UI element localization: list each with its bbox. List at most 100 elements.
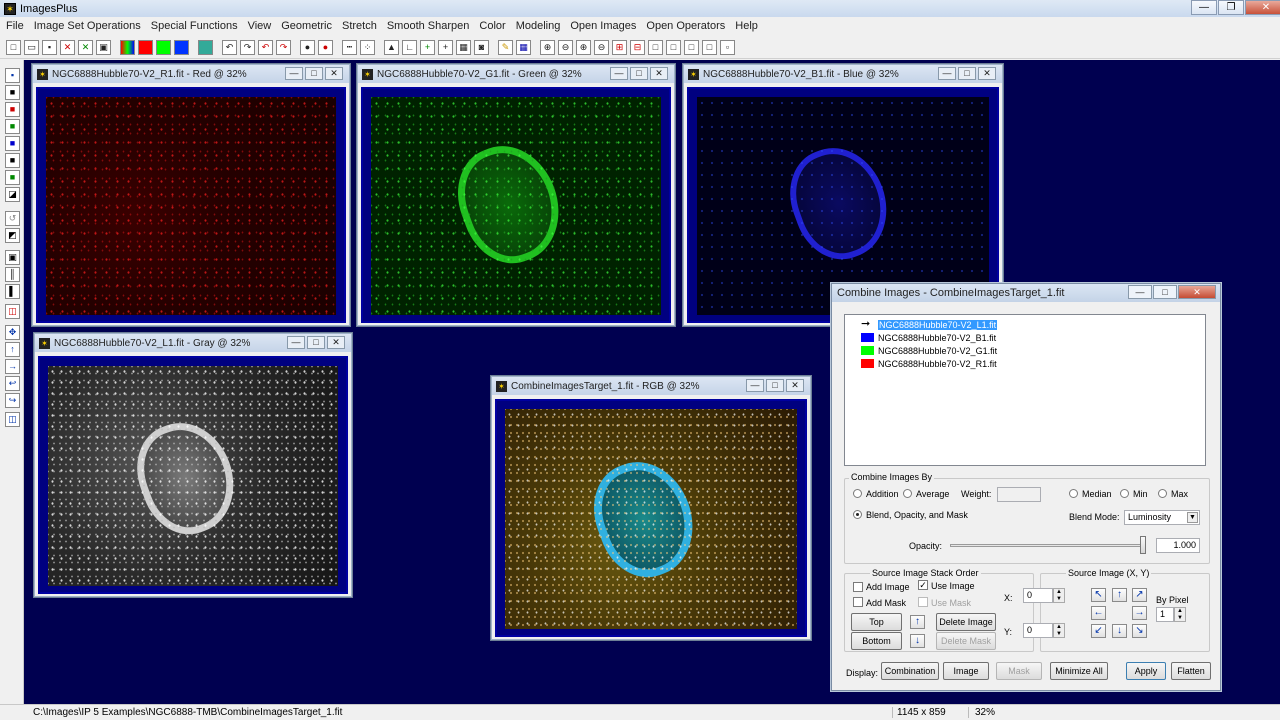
bottom-button[interactable]: Bottom (851, 632, 902, 650)
rotate-left-icon[interactable]: ↩ (5, 376, 20, 391)
dark-layer-icon[interactable]: ◪ (5, 187, 20, 202)
mask-red-icon[interactable]: ● (318, 40, 333, 55)
columns-icon[interactable]: ║ (5, 267, 20, 282)
close-icon[interactable]: ✕ (786, 379, 804, 392)
minimize-icon[interactable]: — (1128, 285, 1152, 299)
arrow-up-icon[interactable]: ↑ (5, 342, 20, 357)
restore-icon[interactable]: ❐ (1218, 0, 1244, 15)
redo-icon[interactable]: ↷ (240, 40, 255, 55)
blue-channel-icon[interactable] (174, 40, 189, 55)
y-input[interactable]: 0 (1023, 623, 1053, 638)
green-channel-image[interactable] (371, 97, 661, 315)
arrow-up-icon[interactable]: ↑ (1112, 588, 1127, 602)
rgb-channels-icon[interactable] (120, 40, 135, 55)
close-icon[interactable]: ✕ (1245, 0, 1280, 15)
close-all-icon[interactable]: ✕ (78, 40, 93, 55)
menu-stretch[interactable]: Stretch (338, 20, 381, 32)
close-icon[interactable]: ✕ (327, 336, 345, 349)
mask-icon[interactable]: ● (300, 40, 315, 55)
zoom-actual-icon[interactable]: ⊖ (594, 40, 609, 55)
crop-icon[interactable]: ◫ (5, 304, 20, 319)
opacity-slider-thumb[interactable] (1140, 536, 1146, 554)
frame-icon-5[interactable]: ▫ (720, 40, 735, 55)
select-icon[interactable]: ▣ (5, 250, 20, 265)
gradient-icon[interactable]: ◩ (5, 228, 20, 243)
y-spinner[interactable]: ▲ ▼ (1053, 623, 1065, 638)
green-layer-icon[interactable]: ■ (5, 170, 20, 185)
minimize-icon[interactable]: — (938, 67, 956, 80)
move-down-icon[interactable]: ↓ (910, 634, 925, 648)
black-square-icon[interactable]: ■ (5, 85, 20, 100)
arrow-down-left-icon[interactable]: ↙ (1091, 624, 1106, 638)
undo-icon[interactable]: ↶ (222, 40, 237, 55)
crosshair-icon[interactable]: + (420, 40, 435, 55)
arrow-up-left-icon[interactable]: ↖ (1091, 588, 1106, 602)
frame-icon-4[interactable]: □ (702, 40, 717, 55)
menu-open-images[interactable]: Open Images (566, 20, 640, 32)
by-pixel-input[interactable]: 1 (1156, 607, 1174, 622)
apply-button[interactable]: Apply (1126, 662, 1166, 680)
frame-icon-3[interactable]: □ (684, 40, 699, 55)
opacity-input[interactable]: 1.000 (1156, 538, 1200, 553)
image-window-rgb[interactable]: ✶ CombineImagesTarget_1.fit - RGB @ 32% … (491, 376, 811, 640)
histogram-icon[interactable]: ▲ (384, 40, 399, 55)
tree-item[interactable]: ➞ NGC6888Hubble70-V2_L1.fit (861, 318, 998, 331)
camera-icon[interactable]: ◙ (474, 40, 489, 55)
by-pixel-spinner[interactable]: ▲ ▼ (1174, 607, 1186, 622)
minimize-icon[interactable]: — (610, 67, 628, 80)
save-icon[interactable]: ▪ (42, 40, 57, 55)
window-title-bar[interactable]: ✶ NGC6888Hubble70-V2_B1.fit - Blue @ 32%… (684, 65, 1002, 83)
minimize-icon[interactable]: — (746, 379, 764, 392)
weight-input[interactable] (997, 487, 1041, 502)
minimize-icon[interactable]: — (285, 67, 303, 80)
zoom-fit-icon[interactable]: ⊕ (576, 40, 591, 55)
calculator-icon[interactable]: ▦ (456, 40, 471, 55)
window-title-bar[interactable]: ✶ NGC6888Hubble70-V2_G1.fit - Green @ 32… (358, 65, 674, 83)
image-window-green[interactable]: ✶ NGC6888Hubble70-V2_G1.fit - Green @ 32… (357, 64, 675, 326)
frame-icon-1[interactable]: □ (648, 40, 663, 55)
red-channel-image[interactable] (46, 97, 336, 315)
curve-icon[interactable]: ∟ (402, 40, 417, 55)
tree-item[interactable]: NGC6888Hubble70-V2_R1.fit (861, 357, 997, 370)
delete-image-button[interactable]: Delete Image (936, 613, 996, 631)
green-square-icon[interactable]: ■ (5, 119, 20, 134)
blue-square-icon[interactable]: ■ (5, 136, 20, 151)
pencil-icon[interactable]: ✎ (498, 40, 513, 55)
frame-icon-2[interactable]: □ (666, 40, 681, 55)
add-image-checkbox[interactable] (853, 582, 863, 592)
delete-mask-button[interactable]: Delete Mask (936, 632, 996, 650)
luminance-image[interactable] (48, 366, 338, 586)
average-radio[interactable] (903, 489, 912, 498)
max-radio[interactable] (1158, 489, 1167, 498)
tree-item[interactable]: NGC6888Hubble70-V2_G1.fit (861, 344, 997, 357)
close-image-icon[interactable]: ✕ (60, 40, 75, 55)
menu-image-set-operations[interactable]: Image Set Operations (30, 20, 145, 32)
min-radio[interactable] (1120, 489, 1129, 498)
arrow-right-icon[interactable]: → (1132, 606, 1147, 620)
minimize-all-button[interactable]: Minimize All (1050, 662, 1108, 680)
menu-open-operators[interactable]: Open Operators (642, 20, 729, 32)
layer-icon[interactable]: ■ (5, 153, 20, 168)
maximize-icon[interactable]: □ (1153, 285, 1177, 299)
add-region-icon[interactable]: ⊞ (612, 40, 627, 55)
flip-icon[interactable]: ◫ (5, 412, 20, 427)
maximize-icon[interactable]: □ (958, 67, 976, 80)
addition-radio[interactable] (853, 489, 862, 498)
table-icon[interactable]: ▦ (516, 40, 531, 55)
bar-icon[interactable]: ▌ (5, 284, 20, 299)
combination-button[interactable]: Combination (881, 662, 939, 680)
maximize-icon[interactable]: □ (307, 336, 325, 349)
opacity-slider-track[interactable] (950, 544, 1143, 547)
x-input[interactable]: 0 (1023, 588, 1053, 603)
median-radio[interactable] (1069, 489, 1078, 498)
close-icon[interactable]: ✕ (1178, 285, 1216, 299)
x-spinner[interactable]: ▲ ▼ (1053, 588, 1065, 603)
image-button[interactable]: Image (943, 662, 989, 680)
tree-item[interactable]: NGC6888Hubble70-V2_B1.fit (861, 331, 996, 344)
menu-geometric[interactable]: Geometric (277, 20, 336, 32)
flatten-button[interactable]: Flatten (1171, 662, 1211, 680)
remove-region-icon[interactable]: ⊟ (630, 40, 645, 55)
top-button[interactable]: Top (851, 613, 902, 631)
rgb-composite-image[interactable] (505, 409, 797, 629)
close-icon[interactable]: ✕ (325, 67, 343, 80)
